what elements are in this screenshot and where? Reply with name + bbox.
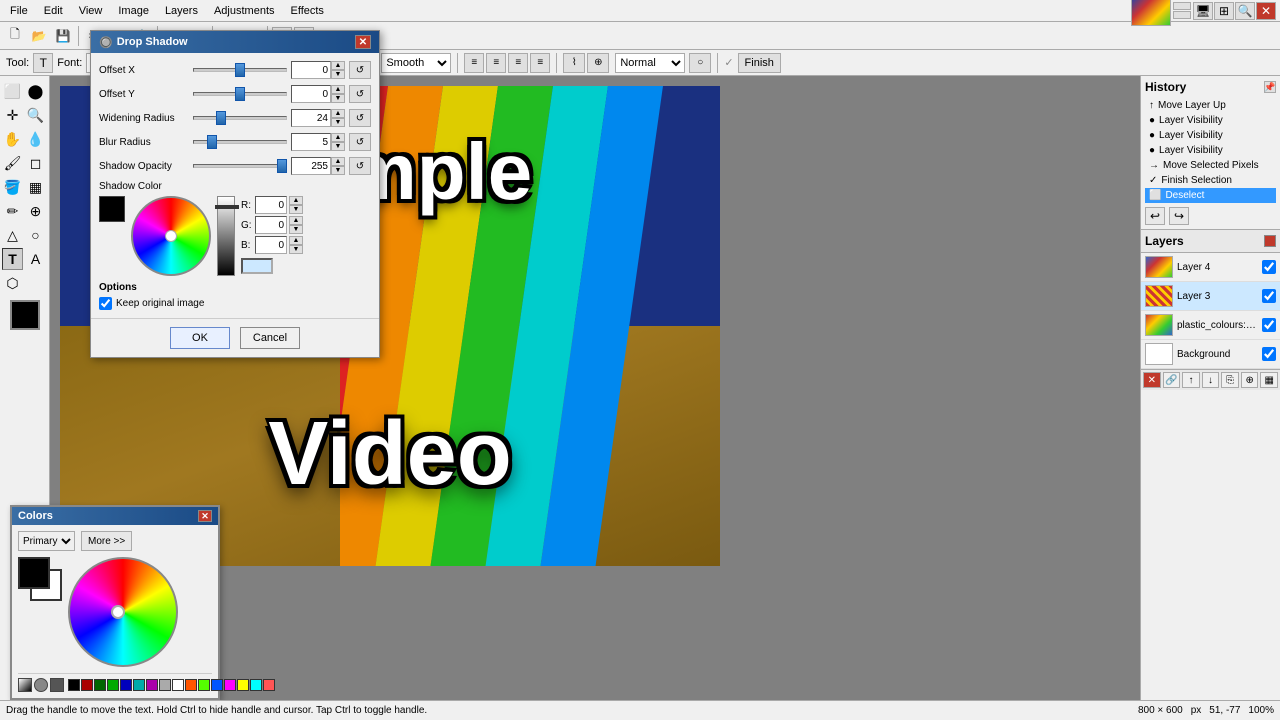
shadow-color-wheel[interactable] bbox=[131, 196, 211, 276]
widening-arrows: ▲ ▼ bbox=[331, 109, 345, 127]
offset-y-arrows: ▲ ▼ bbox=[331, 85, 345, 103]
color-picker-btn[interactable] bbox=[241, 258, 273, 274]
widening-down[interactable]: ▼ bbox=[331, 118, 345, 127]
widening-up[interactable]: ▲ bbox=[331, 109, 345, 118]
dialog-title-icon: 🔘 bbox=[99, 36, 113, 49]
cancel-button[interactable]: Cancel bbox=[240, 327, 300, 349]
widening-slider-bg bbox=[193, 116, 287, 120]
dialog-title-text: Drop Shadow bbox=[117, 36, 188, 48]
blur-slider-track bbox=[193, 136, 287, 148]
shadow-opacity-row: Shadow Opacity 255 ▲ ▼ ↺ bbox=[99, 157, 371, 175]
offset-y-up[interactable]: ▲ bbox=[331, 85, 345, 94]
color-picker-btn-row bbox=[241, 258, 303, 274]
blur-thumb[interactable] bbox=[207, 135, 217, 149]
opacity-input[interactable]: 255 bbox=[291, 157, 331, 175]
shadow-color-label: Shadow Color bbox=[99, 181, 371, 192]
offset-y-thumb[interactable] bbox=[235, 87, 245, 101]
blur-radius-label: Blur Radius bbox=[99, 137, 189, 148]
blur-radius-row: Blur Radius 5 ▲ ▼ ↺ bbox=[99, 133, 371, 151]
dialog-overlay: 🔘 Drop Shadow ✕ Offset X 0 ▲ ▼ bbox=[0, 0, 1280, 720]
offset-x-slider-track bbox=[193, 64, 287, 76]
blur-arrows: ▲ ▼ bbox=[331, 133, 345, 151]
widening-slider-track bbox=[193, 112, 287, 124]
offset-x-thumb[interactable] bbox=[235, 63, 245, 77]
r-label: R: bbox=[241, 200, 253, 211]
color-wheel-center bbox=[165, 230, 177, 242]
offset-y-label: Offset Y bbox=[99, 89, 189, 100]
opacity-reset-btn[interactable]: ↺ bbox=[349, 157, 371, 175]
offset-x-label: Offset X bbox=[99, 65, 189, 76]
shadow-color-swatch[interactable] bbox=[99, 196, 125, 222]
opacity-slider-track bbox=[193, 160, 287, 172]
keep-original-label: Keep original image bbox=[116, 298, 204, 309]
b-label: B: bbox=[241, 240, 253, 251]
blur-reset-btn[interactable]: ↺ bbox=[349, 133, 371, 151]
opacity-input-group: 255 ▲ ▼ bbox=[291, 157, 345, 175]
widening-input[interactable]: 24 bbox=[291, 109, 331, 127]
r-row: R: 0 ▲ ▼ bbox=[241, 196, 303, 214]
dialog-title-bar[interactable]: 🔘 Drop Shadow ✕ bbox=[91, 31, 379, 53]
g-arrows: ▲ ▼ bbox=[289, 216, 303, 234]
offset-y-reset-btn[interactable]: ↺ bbox=[349, 85, 371, 103]
dialog-body: Offset X 0 ▲ ▼ ↺ Offset Y bbox=[91, 53, 379, 318]
blur-input[interactable]: 5 bbox=[291, 133, 331, 151]
b-up[interactable]: ▲ bbox=[289, 236, 303, 245]
r-down[interactable]: ▼ bbox=[289, 205, 303, 214]
b-arrows: ▲ ▼ bbox=[289, 236, 303, 254]
blur-down[interactable]: ▼ bbox=[331, 142, 345, 151]
opacity-thumb[interactable] bbox=[277, 159, 287, 173]
opacity-down[interactable]: ▼ bbox=[331, 166, 345, 175]
keep-original-row: Keep original image bbox=[99, 297, 371, 310]
shadow-color-bar[interactable] bbox=[217, 196, 235, 276]
r-input[interactable]: 0 bbox=[255, 196, 287, 214]
options-label: Options bbox=[99, 282, 371, 293]
g-down[interactable]: ▼ bbox=[289, 225, 303, 234]
offset-x-up[interactable]: ▲ bbox=[331, 61, 345, 70]
blur-input-group: 5 ▲ ▼ bbox=[291, 133, 345, 151]
offset-y-down[interactable]: ▼ bbox=[331, 94, 345, 103]
widening-thumb[interactable] bbox=[216, 111, 226, 125]
opacity-arrows: ▲ ▼ bbox=[331, 157, 345, 175]
dialog-close-btn[interactable]: ✕ bbox=[355, 35, 371, 49]
g-row: G: 0 ▲ ▼ bbox=[241, 216, 303, 234]
dialog-buttons: OK Cancel bbox=[91, 318, 379, 357]
widening-reset-btn[interactable]: ↺ bbox=[349, 109, 371, 127]
keep-original-checkbox[interactable] bbox=[99, 297, 112, 310]
widening-radius-label: Widening Radius bbox=[99, 113, 189, 124]
color-bar-handle[interactable] bbox=[215, 205, 239, 209]
offset-y-slider-track bbox=[193, 88, 287, 100]
options-section: Options Keep original image bbox=[99, 282, 371, 310]
g-input[interactable]: 0 bbox=[255, 216, 287, 234]
widening-radius-row: Widening Radius 24 ▲ ▼ ↺ bbox=[99, 109, 371, 127]
offset-y-input-group: 0 ▲ ▼ bbox=[291, 85, 345, 103]
shadow-color-row: R: 0 ▲ ▼ G: 0 ▲ ▼ bbox=[99, 196, 371, 276]
shadow-color-section: Shadow Color R: 0 ▲ bbox=[99, 181, 371, 276]
offset-x-down[interactable]: ▼ bbox=[331, 70, 345, 79]
blur-up[interactable]: ▲ bbox=[331, 133, 345, 142]
widening-input-group: 24 ▲ ▼ bbox=[291, 109, 345, 127]
offset-x-row: Offset X 0 ▲ ▼ ↺ bbox=[99, 61, 371, 79]
drop-shadow-dialog: 🔘 Drop Shadow ✕ Offset X 0 ▲ ▼ bbox=[90, 30, 380, 358]
rgb-inputs: R: 0 ▲ ▼ G: 0 ▲ ▼ bbox=[241, 196, 303, 274]
g-label: G: bbox=[241, 220, 253, 231]
opacity-slider-bg bbox=[193, 164, 287, 168]
r-up[interactable]: ▲ bbox=[289, 196, 303, 205]
ok-button[interactable]: OK bbox=[170, 327, 230, 349]
r-arrows: ▲ ▼ bbox=[289, 196, 303, 214]
offset-x-arrows: ▲ ▼ bbox=[331, 61, 345, 79]
shadow-opacity-label: Shadow Opacity bbox=[99, 161, 189, 172]
b-down[interactable]: ▼ bbox=[289, 245, 303, 254]
g-up[interactable]: ▲ bbox=[289, 216, 303, 225]
b-row: B: 0 ▲ ▼ bbox=[241, 236, 303, 254]
offset-x-reset-btn[interactable]: ↺ bbox=[349, 61, 371, 79]
offset-y-row: Offset Y 0 ▲ ▼ ↺ bbox=[99, 85, 371, 103]
b-input[interactable]: 0 bbox=[255, 236, 287, 254]
offset-y-input[interactable]: 0 bbox=[291, 85, 331, 103]
opacity-up[interactable]: ▲ bbox=[331, 157, 345, 166]
offset-x-input-group: 0 ▲ ▼ bbox=[291, 61, 345, 79]
offset-x-input[interactable]: 0 bbox=[291, 61, 331, 79]
